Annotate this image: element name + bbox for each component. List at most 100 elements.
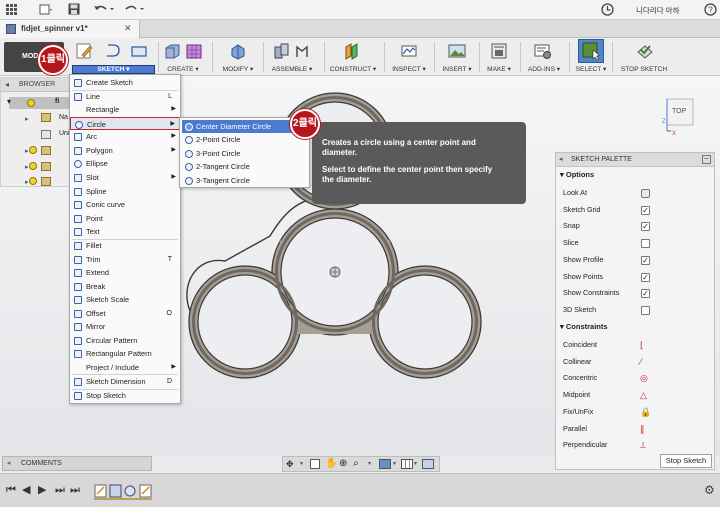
zoom-icon[interactable]: ⊕ — [339, 458, 347, 469]
menu-item-spline[interactable]: Spline — [70, 185, 180, 199]
coincident-icon[interactable]: ⌊ — [640, 337, 644, 354]
rectangle-tool-icon[interactable] — [130, 42, 148, 60]
extrude-icon[interactable] — [163, 42, 181, 60]
checkbox[interactable]: ✓ — [641, 205, 650, 215]
redo-icon[interactable] — [123, 3, 144, 15]
palette-option-3d-sketch[interactable]: 3D Sketch — [556, 302, 714, 319]
concentric-icon[interactable]: ◎ — [640, 370, 648, 387]
palette-option-show-constraints[interactable]: Show Constraints ✓ — [556, 285, 714, 302]
go-to-start-icon[interactable]: ⏮ — [6, 485, 16, 496]
menu-item-polygon[interactable]: Polygon ▶ — [70, 144, 180, 158]
palette-option-show-profile[interactable]: Show Profile ✓ — [556, 252, 714, 269]
zoom-window-icon[interactable]: ⌕ — [353, 458, 359, 469]
collapse-icon[interactable]: ◂ — [5, 80, 9, 89]
menu-item-line[interactable]: Line L — [70, 90, 180, 104]
ribbon-assemble-group[interactable]: ASSEMBLE ▾ — [266, 38, 318, 76]
pan-hand-icon[interactable]: ✋ — [325, 458, 337, 469]
orbit-dropdown-icon[interactable]: ▾ — [300, 460, 303, 467]
ribbon-modify-group[interactable]: MODIFY ▾ — [216, 38, 260, 76]
menu-item-rectangular-pattern[interactable]: Rectangular Pattern — [70, 347, 180, 361]
press-pull-icon[interactable] — [229, 42, 247, 60]
box-grid-icon[interactable] — [185, 42, 203, 60]
3d-print-icon[interactable] — [490, 42, 508, 60]
measure-icon[interactable] — [400, 42, 418, 60]
save-icon[interactable] — [68, 3, 80, 15]
submenu-item-3-point-circle[interactable]: 3-Point Circle — [182, 147, 309, 161]
visibility-bulb-icon-3[interactable] — [29, 162, 37, 170]
ribbon-create-group[interactable]: CREATE ▾ — [160, 38, 206, 76]
checkbox[interactable]: ✓ — [641, 289, 650, 299]
options-section-header[interactable]: ▾ Options — [560, 170, 594, 179]
menu-item-offset[interactable]: Offset O — [70, 307, 180, 321]
menu-item-arc[interactable]: Arc ▶ — [70, 130, 180, 144]
comments-expand-icon[interactable]: ◂ — [7, 457, 11, 470]
look-at-icon[interactable] — [641, 189, 650, 198]
stop-sketch-button[interactable]: Stop Sketch — [660, 454, 712, 468]
menu-item-fillet[interactable]: Fillet — [70, 239, 180, 253]
palette-option-sketch-grid[interactable]: Sketch Grid ✓ — [556, 202, 714, 219]
browser-expand-arrow[interactable]: ▸ — [25, 115, 29, 123]
constraint-collinear[interactable]: Collinear ⁄ — [556, 354, 714, 371]
checkbox[interactable]: ✓ — [641, 272, 650, 282]
visibility-bulb-icon-4[interactable] — [29, 177, 37, 185]
go-to-end-icon[interactable]: ⏭ — [70, 485, 80, 496]
menu-item-extend[interactable]: Extend — [70, 266, 180, 280]
menu-item-point[interactable]: Point — [70, 212, 180, 226]
menu-item-project-include[interactable]: Project / Include ▶ — [70, 361, 180, 375]
timeline-settings-icon[interactable]: ⚙ — [704, 483, 715, 497]
insert-image-icon[interactable] — [448, 42, 466, 60]
ribbon-addins-group[interactable]: ADD-INS ▾ — [523, 38, 565, 76]
step-forward-icon[interactable]: ⏭ — [55, 485, 65, 496]
palette-option-slice[interactable]: Slice — [556, 235, 714, 252]
ribbon-select-group[interactable]: SELECT ▾ — [572, 38, 610, 76]
menu-item-slot[interactable]: Slot ▶ — [70, 171, 180, 185]
palette-option-show-points[interactable]: Show Points ✓ — [556, 269, 714, 286]
display-dropdown-icon[interactable]: ▾ — [393, 460, 396, 467]
ribbon-insert-group[interactable]: INSERT ▾ — [437, 38, 477, 76]
document-tab[interactable]: fidjet_spinner v1* ✕ — [0, 20, 140, 38]
ribbon-stop-sketch-group[interactable]: STOP SKETCH — [614, 38, 674, 76]
app-grid-icon[interactable] — [6, 4, 18, 15]
browser-root-row[interactable]: ▾ fi — [7, 97, 71, 109]
checkbox[interactable] — [641, 239, 650, 249]
user-name[interactable]: 니다리다 아하 — [636, 5, 679, 16]
comments-bar[interactable]: COMMENTS ◂ — [2, 456, 152, 471]
zoom-dropdown-icon[interactable]: ▾ — [368, 460, 371, 467]
look-at-icon[interactable] — [310, 459, 320, 469]
constraint-perpendicular[interactable]: Perpendicular ⟂ — [556, 437, 714, 454]
line-tool-icon[interactable] — [104, 42, 122, 60]
menu-item-create-sketch[interactable]: Create Sketch — [70, 76, 180, 90]
palette-grip-icon[interactable]: ◂ — [559, 155, 563, 163]
constraints-section-header[interactable]: ▾ Constraints — [560, 322, 608, 331]
checkbox[interactable] — [641, 305, 650, 315]
palette-close-icon[interactable]: – — [702, 155, 711, 164]
ribbon-make-group[interactable]: MAKE ▾ — [481, 38, 517, 76]
expand-arrow-icon[interactable]: ▾ — [7, 97, 11, 106]
submenu-item-2-point-circle[interactable]: 2-Point Circle — [182, 133, 309, 147]
ribbon-sketch-group[interactable]: SKETCH ▾ — [70, 38, 157, 76]
menu-item-trim[interactable]: Trim T — [70, 253, 180, 267]
create-sketch-icon[interactable] — [76, 42, 94, 60]
constraint-concentric[interactable]: Concentric ◎ — [556, 370, 714, 387]
constraint-midpoint[interactable]: Midpoint △ — [556, 387, 714, 404]
orbit-icon[interactable]: ✥ — [286, 459, 294, 470]
parallel-icon[interactable]: ∥ — [640, 421, 645, 438]
joint-icon[interactable] — [294, 42, 312, 60]
scripts-addins-icon[interactable] — [534, 42, 552, 60]
perpendicular-icon[interactable]: ⟂ — [640, 437, 646, 454]
menu-item-rectangle[interactable]: Rectangle ▶ — [70, 103, 180, 117]
grid-dropdown-icon[interactable]: ▾ — [414, 460, 417, 467]
undo-icon[interactable] — [93, 3, 114, 15]
palette-option-snap[interactable]: Snap ✓ — [556, 218, 714, 235]
viewcube-top-label[interactable]: TOP — [672, 108, 686, 115]
clock-icon[interactable] — [601, 3, 614, 16]
help-icon[interactable]: ? — [704, 3, 717, 16]
ribbon-inspect-group[interactable]: INSPECT ▾ — [387, 38, 431, 76]
checkbox[interactable]: ✓ — [641, 222, 650, 232]
browser-expand-arrow-3[interactable]: ▸ — [25, 163, 29, 171]
palette-option-look-at[interactable]: Look At — [556, 185, 714, 202]
constraint-fix-unfix[interactable]: Fix/UnFix 🔒 — [556, 404, 714, 421]
play-icon[interactable]: ▶ — [38, 485, 46, 496]
select-icon[interactable] — [578, 39, 604, 63]
menu-item-text[interactable]: Text — [70, 225, 180, 239]
